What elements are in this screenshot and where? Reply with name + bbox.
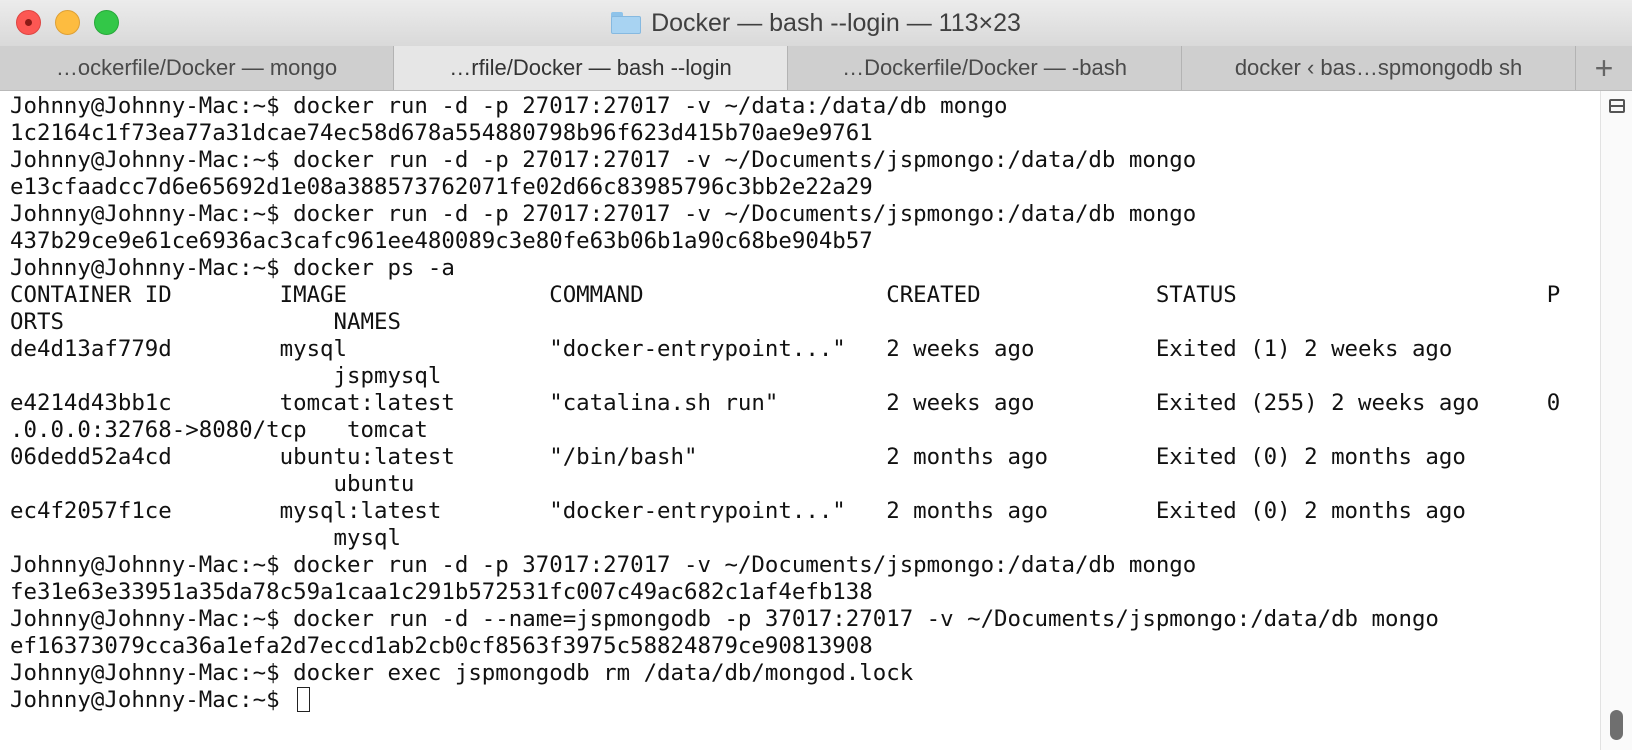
window-title: Docker — bash --login — 113×23 — [651, 8, 1021, 37]
terminal-output[interactable]: Johnny@Johnny-Mac:~$ docker run -d -p 27… — [0, 91, 1600, 750]
terminal-line: ec4f2057f1ce mysql:latest "docker-entryp… — [10, 498, 1466, 524]
vertical-scrollbar[interactable] — [1600, 91, 1632, 750]
terminal-line: .0.0.0:32768->8080/tcp tomcat — [10, 417, 428, 443]
tab-label: …rfile/Docker — bash --login — [449, 55, 732, 80]
tab-label: …ockerfile/Docker — mongo — [55, 55, 338, 80]
add-tab-button[interactable]: + — [1576, 46, 1632, 90]
terminal-line: CONTAINER ID IMAGE COMMAND CREATED STATU… — [10, 282, 1561, 308]
terminal-line: jspmysql — [10, 363, 442, 389]
terminal-line: e4214d43bb1c tomcat:latest "catalina.sh … — [10, 390, 1561, 416]
terminal-line: Johnny@Johnny-Mac:~$ docker run -d -p 37… — [10, 552, 1197, 578]
prompt-line[interactable]: Johnny@Johnny-Mac:~$ — [10, 686, 311, 714]
tab-bash[interactable]: …Dockerfile/Docker — -bash — [788, 46, 1182, 90]
terminal-line: de4d13af779d mysql "docker-entrypoint...… — [10, 336, 1453, 362]
terminal-line: 437b29ce9e61ce6936ac3cafc961ee480089c3e8… — [10, 228, 873, 254]
scroll-thumb[interactable] — [1610, 710, 1623, 740]
tab-label: …Dockerfile/Docker — -bash — [842, 55, 1127, 80]
tab-bar: …ockerfile/Docker — mongo …rfile/Docker … — [0, 46, 1632, 91]
terminal-window: Docker — bash --login — 113×23 …ockerfil… — [0, 0, 1632, 750]
tab-docker-sh[interactable]: docker ‹ bas…spmongodb sh — [1182, 46, 1576, 90]
terminal-line: fe31e63e33951a35da78c59a1caa1c291b572531… — [10, 579, 873, 605]
terminal-line: ubuntu — [10, 471, 415, 497]
plus-icon: + — [1594, 49, 1614, 86]
terminal-line: Johnny@Johnny-Mac:~$ docker run -d --nam… — [10, 606, 1439, 632]
title-bar[interactable]: Docker — bash --login — 113×23 — [0, 0, 1632, 47]
folder-icon — [611, 12, 642, 34]
terminal-line: 06dedd52a4cd ubuntu:latest "/bin/bash" 2… — [10, 444, 1466, 470]
terminal-line: 1c2164c1f73ea77a31dcae74ec58d678a5548807… — [10, 120, 873, 146]
terminal-line: Johnny@Johnny-Mac:~$ docker ps -a — [10, 255, 455, 281]
terminal-line: mysql — [10, 525, 401, 551]
split-pane-icon[interactable] — [1609, 99, 1625, 113]
terminal-line: Johnny@Johnny-Mac:~$ docker run -d -p 27… — [10, 201, 1197, 227]
terminal-line: Johnny@Johnny-Mac:~$ docker exec jspmong… — [10, 660, 914, 686]
tab-bash-login[interactable]: …rfile/Docker — bash --login — [394, 46, 788, 90]
terminal-line: Johnny@Johnny-Mac:~$ docker run -d -p 27… — [10, 147, 1197, 173]
tab-label: docker ‹ bas…spmongodb sh — [1234, 55, 1523, 80]
cursor-block — [297, 687, 311, 712]
terminal-line: Johnny@Johnny-Mac:~$ docker run -d -p 27… — [10, 93, 1008, 119]
terminal-line: e13cfaadcc7d6e65692d1e08a388573762071fe0… — [10, 174, 873, 200]
prompt-text: Johnny@Johnny-Mac:~$ — [10, 687, 294, 713]
terminal-line: ORTS NAMES — [10, 309, 401, 335]
window-title-container: Docker — bash --login — 113×23 — [0, 8, 1632, 38]
tab-mongo[interactable]: …ockerfile/Docker — mongo — [0, 46, 394, 90]
terminal-line: ef16373079cca36a1efa2d7eccd1ab2cb0cf8563… — [10, 633, 873, 659]
